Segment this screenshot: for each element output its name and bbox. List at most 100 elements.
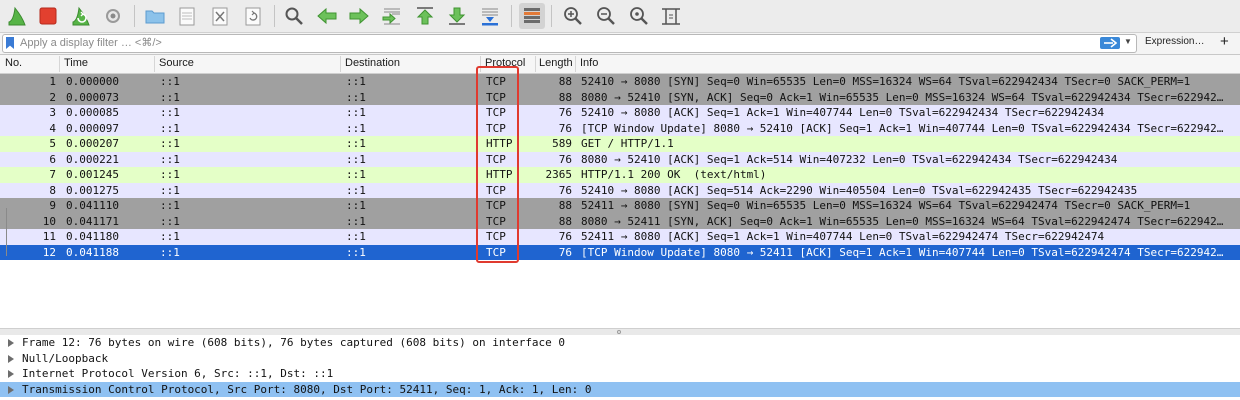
expand-triangle-icon[interactable]	[8, 339, 14, 347]
packet-length: 76	[558, 152, 572, 166]
detail-row-frame[interactable]: Frame 12: 76 bytes on wire (608 bits), 7…	[0, 335, 1240, 351]
stop-capture-icon[interactable]	[35, 3, 61, 29]
packet-source: ::1	[160, 183, 180, 197]
packet-info: GET / HTTP/1.1	[581, 137, 674, 150]
packet-source: ::1	[160, 137, 180, 150]
packet-row[interactable]: 9 0.041110 ::1 ::1 TCP 88 52411 → 8080 […	[0, 198, 1240, 214]
column-header-no[interactable]: No.	[5, 57, 22, 69]
shark-fin-start-icon[interactable]	[4, 3, 30, 29]
filter-placeholder: Apply a display filter … <⌘/>	[20, 37, 162, 49]
packet-row[interactable]: 11 0.041180 ::1 ::1 TCP 76 52411 → 8080 …	[0, 229, 1240, 245]
packet-info: 8080 → 52411 [SYN, ACK] Seq=0 Ack=1 Win=…	[581, 214, 1224, 228]
resize-columns-icon[interactable]	[658, 3, 684, 29]
apply-filter-arrow-icon[interactable]	[1100, 37, 1120, 49]
packet-info: 52410 → 8080 [SYN] Seq=0 Win=65535 Len=0…	[581, 75, 1191, 88]
packet-length: 88	[558, 199, 572, 212]
detail-row-ipv6[interactable]: Internet Protocol Version 6, Src: ::1, D…	[0, 366, 1240, 382]
packet-no: 6	[49, 152, 56, 166]
expand-triangle-icon[interactable]	[8, 370, 14, 378]
packet-length: 76	[558, 121, 572, 135]
packet-source: ::1	[160, 121, 180, 135]
packet-row[interactable]: 1 0.000000 ::1 ::1 TCP 88 52410 → 8080 […	[0, 74, 1240, 90]
packet-row-selected[interactable]: 12 0.041188 ::1 ::1 TCP 76 [TCP Window U…	[0, 244, 1240, 260]
packet-details-pane: Frame 12: 76 bytes on wire (608 bits), 7…	[0, 335, 1240, 400]
packet-row[interactable]: 4 0.000097 ::1 ::1 TCP 76 [TCP Window Up…	[0, 120, 1240, 136]
display-filter-input[interactable]: Apply a display filter … <⌘/> ▼	[2, 34, 1137, 53]
packet-row[interactable]: 3 0.000085 ::1 ::1 TCP 76 52410 → 8080 […	[0, 105, 1240, 121]
packet-no: 5	[49, 137, 56, 150]
packet-destination: ::1	[346, 152, 366, 166]
packet-no: 9	[49, 199, 56, 212]
colorize-icon[interactable]	[519, 3, 545, 29]
display-filter-bar: Apply a display filter … <⌘/> ▼	[0, 33, 1240, 55]
expand-triangle-icon[interactable]	[8, 385, 14, 394]
open-folder-icon[interactable]	[142, 3, 168, 29]
packet-no: 4	[49, 121, 56, 135]
normal-size-icon[interactable]	[626, 3, 652, 29]
packet-time: 0.000085	[66, 106, 119, 119]
column-header-length[interactable]: Length	[539, 57, 575, 69]
packet-time: 0.001245	[66, 168, 119, 181]
detail-row-tcp[interactable]: Transmission Control Protocol, Src Port:…	[0, 381, 1240, 397]
column-header-time[interactable]: Time	[64, 57, 88, 69]
packet-row[interactable]: 5 0.000207 ::1 ::1 HTTP 589 GET / HTTP/1…	[0, 136, 1240, 152]
packet-list: 1 0.000000 ::1 ::1 TCP 88 52410 → 8080 […	[0, 74, 1240, 328]
expand-triangle-icon[interactable]	[8, 354, 14, 363]
packet-length: 76	[558, 230, 572, 243]
filter-history-dropdown-icon[interactable]: ▼	[1124, 37, 1132, 46]
packet-time: 0.041171	[66, 214, 119, 228]
packet-length: 76	[558, 183, 572, 197]
packet-source: ::1	[160, 90, 180, 104]
packet-length: 88	[558, 214, 572, 228]
packet-no: 7	[49, 168, 56, 181]
packet-row[interactable]: 7 0.001245 ::1 ::1 HTTP 2365 HTTP/1.1 20…	[0, 167, 1240, 183]
reload-file-icon[interactable]	[240, 3, 266, 29]
restart-capture-icon[interactable]	[68, 3, 94, 29]
go-forward-icon[interactable]	[346, 3, 372, 29]
detail-text: Null/Loopback	[22, 351, 109, 365]
packet-destination: ::1	[346, 230, 366, 243]
packet-destination: ::1	[346, 214, 366, 228]
packet-time: 0.000221	[66, 152, 119, 166]
packet-length: 76	[558, 106, 572, 119]
column-divider[interactable]	[59, 56, 60, 72]
packet-row[interactable]: 6 0.000221 ::1 ::1 TCP 76 8080 → 52410 […	[0, 151, 1240, 167]
packet-time: 0.000000	[66, 75, 119, 88]
packet-length: 88	[558, 75, 572, 88]
add-filter-button[interactable]: +	[1220, 33, 1229, 50]
find-packet-icon[interactable]	[281, 3, 307, 29]
packet-source: ::1	[160, 106, 180, 119]
go-to-packet-icon[interactable]	[379, 3, 405, 29]
toolbar-separator	[274, 5, 275, 27]
bookmark-icon[interactable]	[6, 37, 14, 49]
save-file-icon[interactable]	[174, 3, 200, 29]
expression-button[interactable]: Expression…	[1145, 36, 1204, 47]
packet-row[interactable]: 8 0.001275 ::1 ::1 TCP 76 52410 → 8080 […	[0, 182, 1240, 198]
go-last-packet-icon[interactable]	[444, 3, 470, 29]
column-divider[interactable]	[535, 56, 536, 72]
zoom-out-icon[interactable]	[593, 3, 619, 29]
packet-source: ::1	[160, 168, 180, 181]
autoscroll-icon[interactable]	[477, 3, 503, 29]
packet-row[interactable]: 10 0.041171 ::1 ::1 TCP 88 8080 → 52411 …	[0, 213, 1240, 229]
packet-row[interactable]: 2 0.000073 ::1 ::1 TCP 88 8080 → 52410 […	[0, 89, 1240, 105]
packet-no: 8	[49, 183, 56, 197]
column-header-destination[interactable]: Destination	[345, 57, 400, 69]
column-divider[interactable]	[575, 56, 576, 72]
go-first-packet-icon[interactable]	[412, 3, 438, 29]
packet-destination: ::1	[346, 121, 366, 135]
column-divider[interactable]	[154, 56, 155, 72]
column-header-info[interactable]: Info	[580, 57, 598, 69]
detail-row-null-loopback[interactable]: Null/Loopback	[0, 351, 1240, 367]
column-divider[interactable]	[340, 56, 341, 72]
detail-text: Internet Protocol Version 6, Src: ::1, D…	[22, 367, 334, 380]
go-back-icon[interactable]	[314, 3, 340, 29]
toolbar-separator	[551, 5, 552, 27]
packet-time: 0.001275	[66, 183, 119, 197]
close-file-icon[interactable]	[207, 3, 233, 29]
main-toolbar	[0, 0, 1240, 33]
splitter-handle-icon[interactable]	[617, 330, 621, 334]
zoom-in-icon[interactable]	[560, 3, 586, 29]
capture-options-gear-icon[interactable]	[100, 3, 126, 29]
column-header-source[interactable]: Source	[159, 57, 194, 69]
